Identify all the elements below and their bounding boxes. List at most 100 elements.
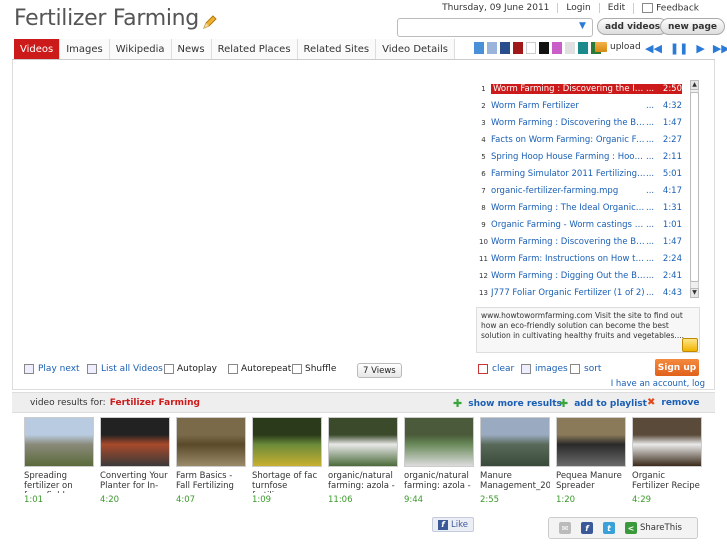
video-result-item[interactable]: Manure Management_2010.wmv 2:55: [480, 417, 550, 505]
email-icon[interactable]: ✉: [559, 522, 571, 534]
video-result-title[interactable]: Farm Basics - Fall Fertilizing: [176, 471, 246, 493]
playlist-item-more[interactable]: ...: [646, 152, 660, 162]
color-swatch[interactable]: [500, 42, 510, 54]
signup-button[interactable]: Sign up: [655, 359, 699, 376]
tab-video-details[interactable]: Video Details: [376, 39, 455, 59]
playlist-item[interactable]: 6 Farming Simulator 2011 Fertilizing with…: [476, 165, 689, 182]
tab-videos[interactable]: Videos: [14, 39, 61, 59]
video-result-title[interactable]: Organic Fertilizer Recipe: [632, 471, 702, 493]
playlist-item-more[interactable]: ...: [646, 83, 660, 94]
list-all-control[interactable]: List all Videos: [87, 364, 163, 374]
playlist-item-more[interactable]: ...: [646, 203, 660, 213]
login-link[interactable]: Login: [557, 3, 598, 14]
remove-button[interactable]: ✖ remove: [647, 397, 699, 408]
playlist-item[interactable]: 4 Facts on Worm Farming: Organic Fertiliz…: [476, 131, 689, 148]
playlist-item-more[interactable]: ...: [646, 271, 660, 281]
playlist-item[interactable]: 11Worm Farm: Instructions on How to Mak.…: [476, 250, 689, 267]
clear-button[interactable]: clear: [478, 364, 514, 374]
video-result-item[interactable]: Pequea Manure Spreader 1:20: [556, 417, 626, 505]
show-more-button[interactable]: ✚ show more results: [453, 397, 562, 410]
playlist-item[interactable]: 2 Worm Farm Fertilizer... 4:32: [476, 97, 689, 114]
video-result-item[interactable]: organic/natural farming: azola - 11:06: [328, 417, 398, 505]
play-next-control[interactable]: Play next: [24, 364, 80, 374]
video-thumbnail[interactable]: [100, 417, 170, 467]
video-result-title[interactable]: Shortage of fac turnfose fertilizer: [252, 471, 322, 493]
add-to-playlist-button[interactable]: ✚ add to playlist: [559, 397, 647, 410]
sharethis-button[interactable]: < ShareThis: [625, 522, 682, 534]
autorepeat-checkbox[interactable]: Autorepeat: [228, 364, 291, 374]
images-button[interactable]: images: [521, 364, 568, 374]
feedback-link[interactable]: Feedback: [633, 3, 707, 14]
pause-icon[interactable]: ❚❚: [670, 42, 688, 55]
color-swatch[interactable]: [565, 42, 575, 54]
video-result-title[interactable]: organic/natural farming: azola -: [328, 471, 398, 493]
upload-button[interactable]: upload: [595, 42, 641, 52]
video-result-title[interactable]: Converting Your Planter for In-: [100, 471, 170, 493]
video-thumbnail[interactable]: [632, 417, 702, 467]
playlist-item-more[interactable]: ...: [646, 288, 660, 298]
playlist-item-more[interactable]: ...: [646, 220, 660, 230]
playlist-item[interactable]: 5 Spring Hoop House Farming : Hoop Ho....…: [476, 148, 689, 165]
playlist-item-more[interactable]: ...: [646, 135, 660, 145]
video-thumbnail[interactable]: [328, 417, 398, 467]
autoplay-checkbox[interactable]: Autoplay: [164, 364, 217, 374]
video-result-title[interactable]: Manure Management_2010.wmv: [480, 471, 550, 493]
facebook-like-button[interactable]: f Like: [432, 517, 474, 532]
pencil-icon[interactable]: [201, 12, 217, 29]
playlist-item-more[interactable]: ...: [646, 101, 660, 111]
playlist-item[interactable]: 3 Worm Farming : Discovering the Best Ou.…: [476, 114, 689, 131]
play-icon[interactable]: ▶: [696, 42, 704, 55]
color-swatch[interactable]: [513, 42, 523, 54]
scroll-down-icon[interactable]: ▼: [690, 288, 699, 298]
playlist-item[interactable]: 13 J777 Foliar Organic Fertilizer (1 of 2…: [476, 284, 689, 298]
add-videos-button[interactable]: add videos: [597, 18, 669, 35]
color-swatch[interactable]: [526, 42, 536, 54]
video-result-title[interactable]: Spreading fertilizer on farm fields: [24, 471, 94, 493]
video-result-item[interactable]: Converting Your Planter for In- 4:20: [100, 417, 170, 505]
playlist-item[interactable]: 7 organic-fertilizer-farming.mpg... 4:17: [476, 182, 689, 199]
rewind-icon[interactable]: ◀◀: [645, 42, 662, 55]
video-result-title[interactable]: organic/natural farming: azola -: [404, 471, 474, 493]
video-thumbnail[interactable]: [176, 417, 246, 467]
shuffle-checkbox[interactable]: Shuffle: [292, 364, 336, 374]
tab-wikipedia[interactable]: Wikipedia: [109, 39, 172, 59]
edit-link[interactable]: Edit: [598, 3, 633, 14]
video-result-item[interactable]: Farm Basics - Fall Fertilizing 4:07: [176, 417, 246, 505]
video-result-item[interactable]: Shortage of fac turnfose fertilizer 1:09: [252, 417, 322, 505]
tab-images[interactable]: Images: [60, 39, 110, 59]
video-thumbnail[interactable]: [252, 417, 322, 467]
playlist-item-more[interactable]: ...: [646, 254, 660, 264]
playlist-item[interactable]: 9 Organic Farming - Worm castings for fer…: [476, 216, 689, 233]
playlist-item[interactable]: 8 Worm Farming : The Ideal Organic Fertil…: [476, 199, 689, 216]
video-thumbnail[interactable]: [404, 417, 474, 467]
twitter-icon[interactable]: t: [603, 522, 615, 534]
login-link-account[interactable]: I have an account, log: [611, 379, 705, 389]
video-result-item[interactable]: Organic Fertilizer Recipe 4:29: [632, 417, 702, 505]
chevron-down-icon[interactable]: ▼: [579, 21, 589, 31]
video-thumbnail[interactable]: [24, 417, 94, 467]
scroll-up-icon[interactable]: ▲: [690, 80, 699, 90]
tab-news[interactable]: News: [171, 39, 212, 59]
video-result-item[interactable]: organic/natural farming: azola - 9:44: [404, 417, 474, 505]
search-input[interactable]: [397, 18, 593, 37]
video-result-title[interactable]: Pequea Manure Spreader: [556, 471, 626, 493]
tab-related-sites[interactable]: Related Sites: [297, 39, 377, 59]
new-page-button[interactable]: new page: [660, 18, 726, 35]
color-swatch[interactable]: [474, 42, 484, 54]
playlist-item[interactable]: 1 Worm Farming : Discovering the Ideal C.…: [476, 80, 689, 97]
playlist-item-more[interactable]: ...: [646, 169, 660, 179]
sort-button[interactable]: sort: [570, 364, 601, 374]
scrollbar-thumb[interactable]: [690, 92, 699, 282]
facebook-share-icon[interactable]: f: [581, 522, 593, 534]
mail-icon[interactable]: [682, 338, 698, 352]
color-swatch[interactable]: [578, 42, 588, 54]
fast-forward-icon[interactable]: ▶▶: [713, 42, 727, 55]
video-thumbnail[interactable]: [480, 417, 550, 467]
playlist-item[interactable]: 10Worm Farming : Discovering the Best Ou…: [476, 233, 689, 250]
video-player[interactable]: [16, 68, 466, 358]
playlist-item-more[interactable]: ...: [646, 237, 660, 247]
video-result-item[interactable]: Spreading fertilizer on farm fields 1:01: [24, 417, 94, 505]
views-counter[interactable]: 7 Views: [357, 363, 402, 378]
color-swatch[interactable]: [539, 42, 549, 54]
color-swatch[interactable]: [552, 42, 562, 54]
